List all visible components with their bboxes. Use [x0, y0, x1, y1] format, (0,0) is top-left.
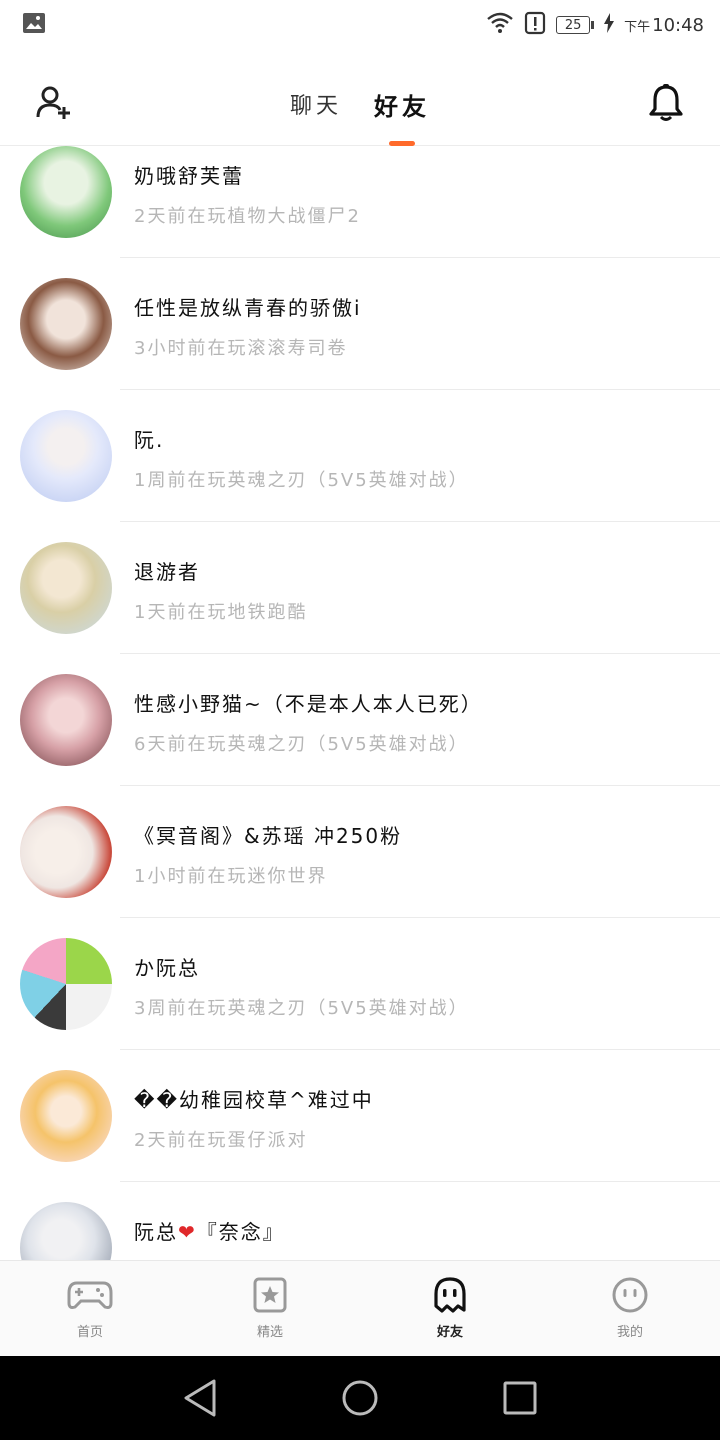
friend-item[interactable]: 阮. 1周前在玩英魂之刃（5V5英雄对战） [0, 390, 720, 522]
avatar [20, 674, 112, 766]
friend-item[interactable]: 任性是放纵青春的骄傲i 3小时前在玩滚滚寿司卷 [0, 258, 720, 390]
gamepad-icon [67, 1275, 113, 1315]
friend-name: 性感小野猫~（不是本人本人已死） [134, 692, 483, 716]
top-header: 聊天 好友 [0, 50, 720, 146]
friend-status: 2天前在玩植物大战僵尸2 [134, 206, 361, 227]
nav-home[interactable]: 首页 [0, 1261, 180, 1356]
nav-featured-label: 精选 [256, 1325, 283, 1340]
avatar [20, 410, 112, 502]
tab-friends-label: 好友 [374, 93, 430, 121]
system-recents-button[interactable] [496, 1374, 544, 1422]
star-card-icon [247, 1275, 293, 1315]
battery-level: 25 [556, 16, 591, 34]
friend-name: か阮总 [134, 956, 200, 980]
battery-indicator: 25 [556, 16, 595, 34]
status-bar-left [22, 11, 46, 39]
friend-status: 1周前在玩英魂之刃（5V5英雄对战） [134, 470, 469, 491]
status-bar: 25 下午 10:48 [0, 0, 720, 50]
friend-item[interactable]: ��幼稚园校草^难过中 2天前在玩蛋仔派对 [0, 1050, 720, 1182]
back-triangle-icon [184, 1379, 216, 1417]
recents-square-icon [503, 1381, 537, 1415]
tab-friends[interactable]: 好友 [374, 50, 430, 146]
home-circle-icon [342, 1380, 378, 1416]
friend-name: 任性是放纵青春的骄傲i [134, 296, 362, 320]
alert-icon [524, 11, 546, 39]
avatar [20, 146, 112, 238]
friend-item[interactable]: 阮总❤『奈念』 离线 [0, 1182, 720, 1260]
avatar [20, 938, 112, 1030]
friend-name: 阮总❤『奈念』 [134, 1220, 285, 1244]
friend-name: ��幼稚园校草^难过中 [134, 1088, 374, 1112]
nav-home-label: 首页 [76, 1325, 103, 1340]
tab-chat-label: 聊天 [289, 94, 342, 119]
tab-chat[interactable]: 聊天 [290, 50, 342, 146]
nav-friends-label: 好友 [432, 1321, 468, 1344]
friend-item[interactable]: か阮总 3周前在玩英魂之刃（5V5英雄对战） [0, 918, 720, 1050]
friend-name: 阮. [134, 428, 165, 452]
friend-status: 2天前在玩蛋仔派对 [134, 1130, 308, 1151]
gallery-notification-icon [22, 11, 46, 39]
friend-item[interactable]: 《冥音阁》&苏瑶 冲250粉 1小时前在玩迷你世界 [0, 786, 720, 918]
friend-name: 《冥音阁》&苏瑶 冲250粉 [134, 824, 403, 848]
friend-status: 1天前在玩地铁跑酷 [134, 602, 308, 623]
clock-ampm: 下午 [624, 19, 651, 35]
friend-status: 1小时前在玩迷你世界 [134, 866, 328, 887]
nav-featured[interactable]: 精选 [180, 1261, 360, 1356]
top-tabs: 聊天 好友 [0, 50, 720, 146]
smiley-icon [607, 1275, 653, 1315]
heart-icon: ❤ [178, 1220, 197, 1244]
bottom-nav: 首页 精选 好友 我的 [0, 1260, 720, 1356]
nav-profile-label: 我的 [616, 1325, 643, 1340]
friend-item[interactable]: 退游者 1天前在玩地铁跑酷 [0, 522, 720, 654]
ghost-icon [427, 1275, 473, 1315]
friend-item[interactable]: 奶哦舒芙蕾 2天前在玩植物大战僵尸2 [0, 146, 720, 258]
notifications-button[interactable] [646, 83, 686, 123]
clock-time: 10:48 [652, 14, 704, 36]
avatar [20, 1070, 112, 1162]
friend-status: 3小时前在玩滚滚寿司卷 [134, 338, 348, 359]
wifi-icon [486, 12, 514, 38]
avatar [20, 806, 112, 898]
friend-item[interactable]: 性感小野猫~（不是本人本人已死） 6天前在玩英魂之刃（5V5英雄对战） [0, 654, 720, 786]
system-home-button[interactable] [336, 1374, 384, 1422]
clock: 下午 10:48 [624, 15, 704, 36]
nav-friends[interactable]: 好友 [360, 1261, 540, 1356]
avatar [20, 542, 112, 634]
avatar [20, 1202, 112, 1260]
nav-profile[interactable]: 我的 [540, 1261, 720, 1356]
friend-list[interactable]: 奶哦舒芙蕾 2天前在玩植物大战僵尸2 任性是放纵青春的骄傲i 3小时前在玩滚滚寿… [0, 146, 720, 1260]
charging-icon [604, 13, 615, 37]
friend-status: 6天前在玩英魂之刃（5V5英雄对战） [134, 734, 469, 755]
status-bar-right: 25 下午 10:48 [486, 11, 704, 39]
friend-name: 奶哦舒芙蕾 [134, 164, 244, 188]
system-nav-bar [0, 1356, 720, 1440]
friend-name: 退游者 [134, 560, 200, 584]
friend-status: 3周前在玩英魂之刃（5V5英雄对战） [134, 998, 469, 1019]
avatar [20, 278, 112, 370]
system-back-button[interactable] [176, 1374, 224, 1422]
bell-icon [649, 84, 683, 121]
